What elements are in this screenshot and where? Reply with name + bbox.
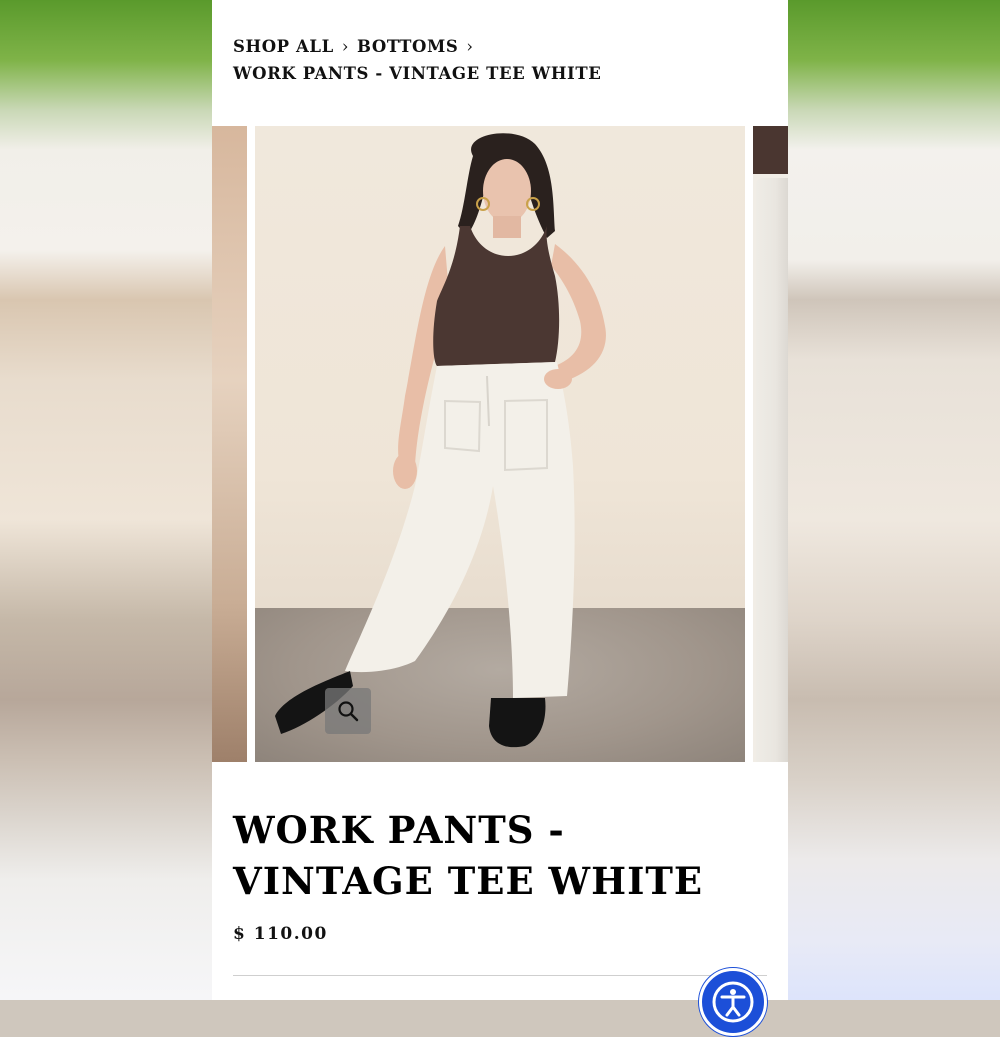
accessibility-icon <box>712 981 754 1023</box>
previous-product-image[interactable] <box>212 126 247 762</box>
background-blur-left <box>0 0 212 1000</box>
zoom-button[interactable] <box>325 688 371 734</box>
next-image-detail <box>756 178 788 762</box>
product-price: $ 110.00 <box>233 924 328 944</box>
breadcrumb-separator: › <box>341 37 350 56</box>
product-title-line2: VINTAGE TEE WHITE <box>233 859 704 903</box>
breadcrumb-shop-all[interactable]: SHOP ALL <box>233 37 334 56</box>
accessibility-button[interactable] <box>699 968 767 1036</box>
product-image-gallery[interactable] <box>212 126 788 762</box>
background-blur-right <box>788 0 1000 1000</box>
next-product-image[interactable] <box>753 126 788 762</box>
product-page: SHOP ALL › BOTTOMS › WORK PANTS - VINTAGE T… <box>212 0 788 1000</box>
product-title: WORK PANTS - VINTAGE TEE WHITE <box>233 805 773 907</box>
product-title-line1: WORK PANTS - <box>233 808 565 852</box>
product-image-main[interactable] <box>255 126 745 762</box>
search-icon <box>338 701 359 722</box>
breadcrumb-current: WORK PANTS - VINTAGE TEE WHITE <box>233 64 602 83</box>
divider <box>233 975 767 976</box>
breadcrumb-bottoms[interactable]: BOTTOMS <box>357 37 458 56</box>
breadcrumb: SHOP ALL › BOTTOMS › WORK PANTS - VINTAGE T… <box>233 33 601 87</box>
breadcrumb-separator: › <box>466 37 474 56</box>
next-image-top <box>753 126 788 174</box>
model-photo <box>275 133 606 748</box>
